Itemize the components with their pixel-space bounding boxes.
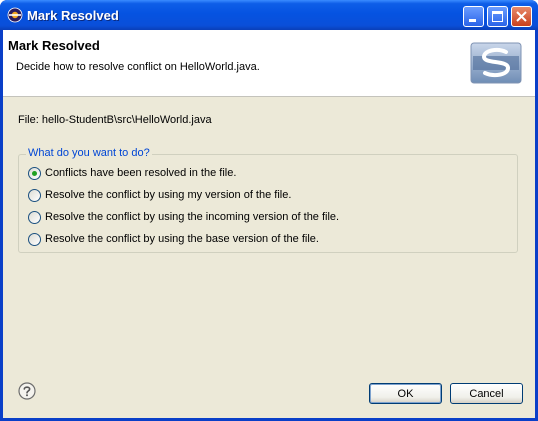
maximize-icon: [492, 11, 503, 22]
radio-use-base-version[interactable]: Resolve the conflict by using the base v…: [28, 231, 319, 247]
minimize-icon: [469, 19, 476, 22]
radio-label[interactable]: Resolve the conflict by using the base v…: [45, 233, 319, 245]
dialog-body: Mark Resolved Decide how to resolve conf…: [3, 30, 535, 418]
ok-button-label: OK: [397, 387, 414, 400]
group-title: What do you want to do?: [26, 147, 152, 159]
radio-use-my-version[interactable]: Resolve the conflict by using my version…: [28, 187, 291, 203]
close-button[interactable]: [511, 6, 532, 27]
dialog-window: Mark Resolved Mark Resolved Decide how t…: [0, 0, 538, 421]
window-title: Mark Resolved: [27, 8, 119, 23]
radio-label[interactable]: Resolve the conflict by using my version…: [45, 189, 291, 201]
resolution-options-group: What do you want to do? Conflicts have b…: [18, 147, 518, 253]
subversion-logo-icon: [470, 42, 522, 84]
title-bar[interactable]: Mark Resolved: [0, 0, 538, 30]
banner-title: Mark Resolved: [8, 38, 100, 53]
radio-use-incoming-version[interactable]: Resolve the conflict by using the incomi…: [28, 209, 339, 225]
cancel-button[interactable]: Cancel: [450, 383, 523, 404]
radio-label[interactable]: Conflicts have been resolved in the file…: [45, 167, 236, 179]
minimize-button[interactable]: [463, 6, 484, 27]
ok-button[interactable]: OK: [369, 383, 442, 404]
radio-unselected-icon[interactable]: [28, 188, 41, 202]
eclipse-icon[interactable]: [7, 7, 23, 23]
help-icon[interactable]: [18, 382, 36, 400]
file-path-label: File: hello-StudentB\src\HelloWorld.java: [18, 114, 212, 126]
radio-unselected-icon[interactable]: [28, 210, 41, 224]
maximize-button[interactable]: [487, 6, 508, 27]
close-icon: [516, 11, 527, 22]
cancel-button-label: Cancel: [469, 387, 504, 400]
title-area: Mark Resolved Decide how to resolve conf…: [3, 30, 535, 97]
radio-conflicts-resolved[interactable]: Conflicts have been resolved in the file…: [28, 165, 236, 181]
radio-label[interactable]: Resolve the conflict by using the incomi…: [45, 211, 339, 223]
radio-unselected-icon[interactable]: [28, 232, 41, 246]
radio-selected-icon[interactable]: [28, 166, 41, 180]
banner-description: Decide how to resolve conflict on HelloW…: [16, 61, 260, 73]
